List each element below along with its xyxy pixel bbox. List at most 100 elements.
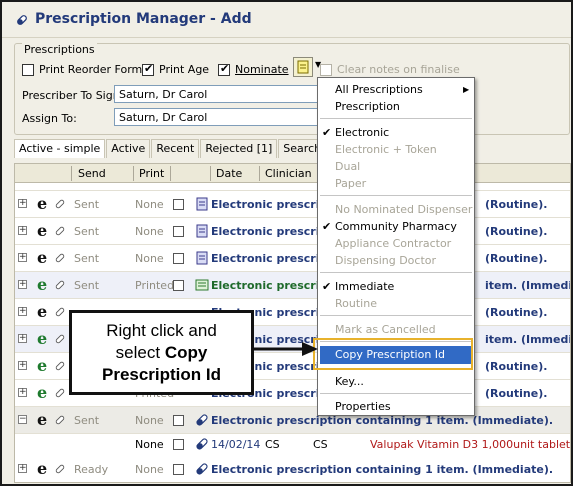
expand-icon[interactable]: + <box>18 334 27 343</box>
prescriber-field[interactable]: Saturn, Dr Carol <box>114 85 324 103</box>
tab-active[interactable]: Active <box>106 139 151 158</box>
checkbox-box[interactable] <box>218 62 230 76</box>
row-checkbox[interactable] <box>173 464 184 475</box>
row-checkbox[interactable] <box>173 199 184 210</box>
menu-separator <box>320 118 472 119</box>
tab-active-simple[interactable]: Active - simple <box>14 139 106 158</box>
print-status: None <box>135 198 164 211</box>
print-status: None <box>135 225 164 238</box>
column-header-clinician[interactable]: Clinician <box>265 167 312 180</box>
prescription-pad-icon <box>196 197 208 211</box>
pill-icon <box>55 280 65 290</box>
tab-rejected[interactable]: Rejected [1] <box>200 139 278 158</box>
print-age-checkbox[interactable]: Print Age <box>142 62 210 76</box>
e-icon: e <box>37 221 48 240</box>
item-clinician: CS <box>265 438 280 451</box>
row-checkbox[interactable] <box>173 280 184 291</box>
notes-button[interactable] <box>293 57 313 77</box>
column-header-date[interactable]: Date <box>216 167 242 180</box>
highlight-box <box>313 338 473 370</box>
tab-bar: Active - simple Active Recent Rejected [… <box>14 139 327 158</box>
menu-item-routine: Routine <box>335 297 377 310</box>
e-icon: e <box>37 410 48 429</box>
prescription-item-row[interactable]: None 14/02/14 CS CS Valupak Vitamin D3 1… <box>15 434 571 456</box>
prescriber-label: Prescriber To Sign: <box>22 89 124 102</box>
tab-recent[interactable]: Recent <box>151 139 200 158</box>
send-status: Sent <box>74 279 100 292</box>
callout-line-3-bold: Prescription Id <box>101 365 222 384</box>
print-age-label: Print Age <box>159 63 210 76</box>
e-icon: e <box>37 248 48 267</box>
checkmark-icon: ✔ <box>322 280 332 293</box>
menu-item-paper: Paper <box>335 177 367 190</box>
assign-to-label: Assign To: <box>22 112 77 125</box>
expand-icon[interactable]: + <box>18 280 27 289</box>
print-reorder-form-checkbox[interactable]: Print Reorder Form <box>22 63 142 76</box>
row-checkbox[interactable] <box>173 415 184 426</box>
pill-icon <box>196 414 208 426</box>
e-icon: e <box>37 459 48 478</box>
pill-icon <box>55 361 65 371</box>
menu-item-immediate[interactable]: Immediate <box>335 280 394 293</box>
checkbox-box[interactable] <box>22 63 34 76</box>
row-checkbox[interactable] <box>173 226 184 237</box>
e-green-icon: e <box>37 356 48 375</box>
prescription-description-tail: (Routine). <box>485 360 548 373</box>
assign-to-field[interactable]: Saturn, Dr Carol <box>114 108 324 126</box>
expand-icon[interactable]: + <box>18 199 27 208</box>
pill-icon <box>196 438 208 450</box>
column-header-print[interactable]: Print <box>139 167 164 180</box>
table-row[interactable]: + e Sent Printed Electronic prescription… <box>15 272 570 299</box>
pill-icon <box>55 464 65 474</box>
e-green-icon: e <box>37 329 48 348</box>
menu-item-community-pharmacy[interactable]: Community Pharmacy <box>335 220 457 233</box>
expand-icon[interactable]: + <box>18 464 27 473</box>
column-header-send[interactable]: Send <box>78 167 106 180</box>
menu-separator <box>320 272 472 273</box>
menu-item-electronic[interactable]: Electronic <box>335 126 389 139</box>
callout-line-2-prefix: select <box>115 343 165 362</box>
column-separator <box>210 166 211 181</box>
column-separator <box>133 166 134 181</box>
table-row[interactable]: + e Ready None Electronic prescription c… <box>15 456 570 482</box>
expand-icon[interactable]: + <box>18 307 27 316</box>
checkbox-box[interactable] <box>320 63 332 76</box>
prescription-description-tail: (Routine). <box>485 252 548 265</box>
nominate-checkbox[interactable]: Nominate <box>218 62 289 76</box>
menu-separator <box>320 393 472 394</box>
menu-item-properties[interactable]: Properties <box>335 400 391 413</box>
item-checkbox[interactable] <box>173 439 184 450</box>
expand-icon[interactable]: + <box>18 253 27 262</box>
menu-item-no-nominated-dispenser: No Nominated Dispenser <box>335 203 473 216</box>
callout-line-2: select Copy <box>72 342 251 364</box>
table-row[interactable]: + e Sent None Electronic prescription (R… <box>15 245 570 272</box>
clear-notes-checkbox[interactable]: Clear notes on finalise <box>320 63 460 76</box>
expand-icon[interactable]: + <box>18 361 27 370</box>
send-status: Ready <box>74 463 109 476</box>
menu-item-prescription[interactable]: Prescription <box>335 100 400 113</box>
table-row[interactable]: + e Sent None Electronic prescription (R… <box>15 191 570 218</box>
expand-icon[interactable]: + <box>18 226 27 235</box>
instruction-callout: Right click and select Copy Prescription… <box>69 310 254 395</box>
pill-icon <box>55 307 65 317</box>
table-row-expanded[interactable]: − e Sent None Electronic prescription co… <box>15 407 570 434</box>
expand-icon[interactable]: + <box>18 388 27 397</box>
menu-separator <box>320 195 472 196</box>
e-green-icon: e <box>37 383 48 402</box>
checkbox-box[interactable] <box>142 62 154 76</box>
menu-item-key[interactable]: Key... <box>335 375 364 388</box>
callout-line-2-bold: Copy <box>164 343 208 362</box>
row-checkbox[interactable] <box>173 253 184 264</box>
menu-item-all-prescriptions[interactable]: All Prescriptions <box>335 83 423 96</box>
window-title: Prescription Manager - Add <box>35 11 252 27</box>
print-status: None <box>135 414 164 427</box>
column-separator <box>170 166 171 181</box>
pill-icon <box>55 253 65 263</box>
collapse-icon[interactable]: − <box>18 415 27 424</box>
send-status: Sent <box>74 225 100 238</box>
menu-item-dual: Dual <box>335 160 361 173</box>
table-row[interactable]: + e Sent None Electronic prescription (R… <box>15 218 570 245</box>
title-bar: Prescription Manager - Add <box>2 2 571 38</box>
print-status: Printed <box>135 279 175 292</box>
item-drug: Valupak Vitamin D3 1,000unit tablets (BR… <box>370 438 571 451</box>
